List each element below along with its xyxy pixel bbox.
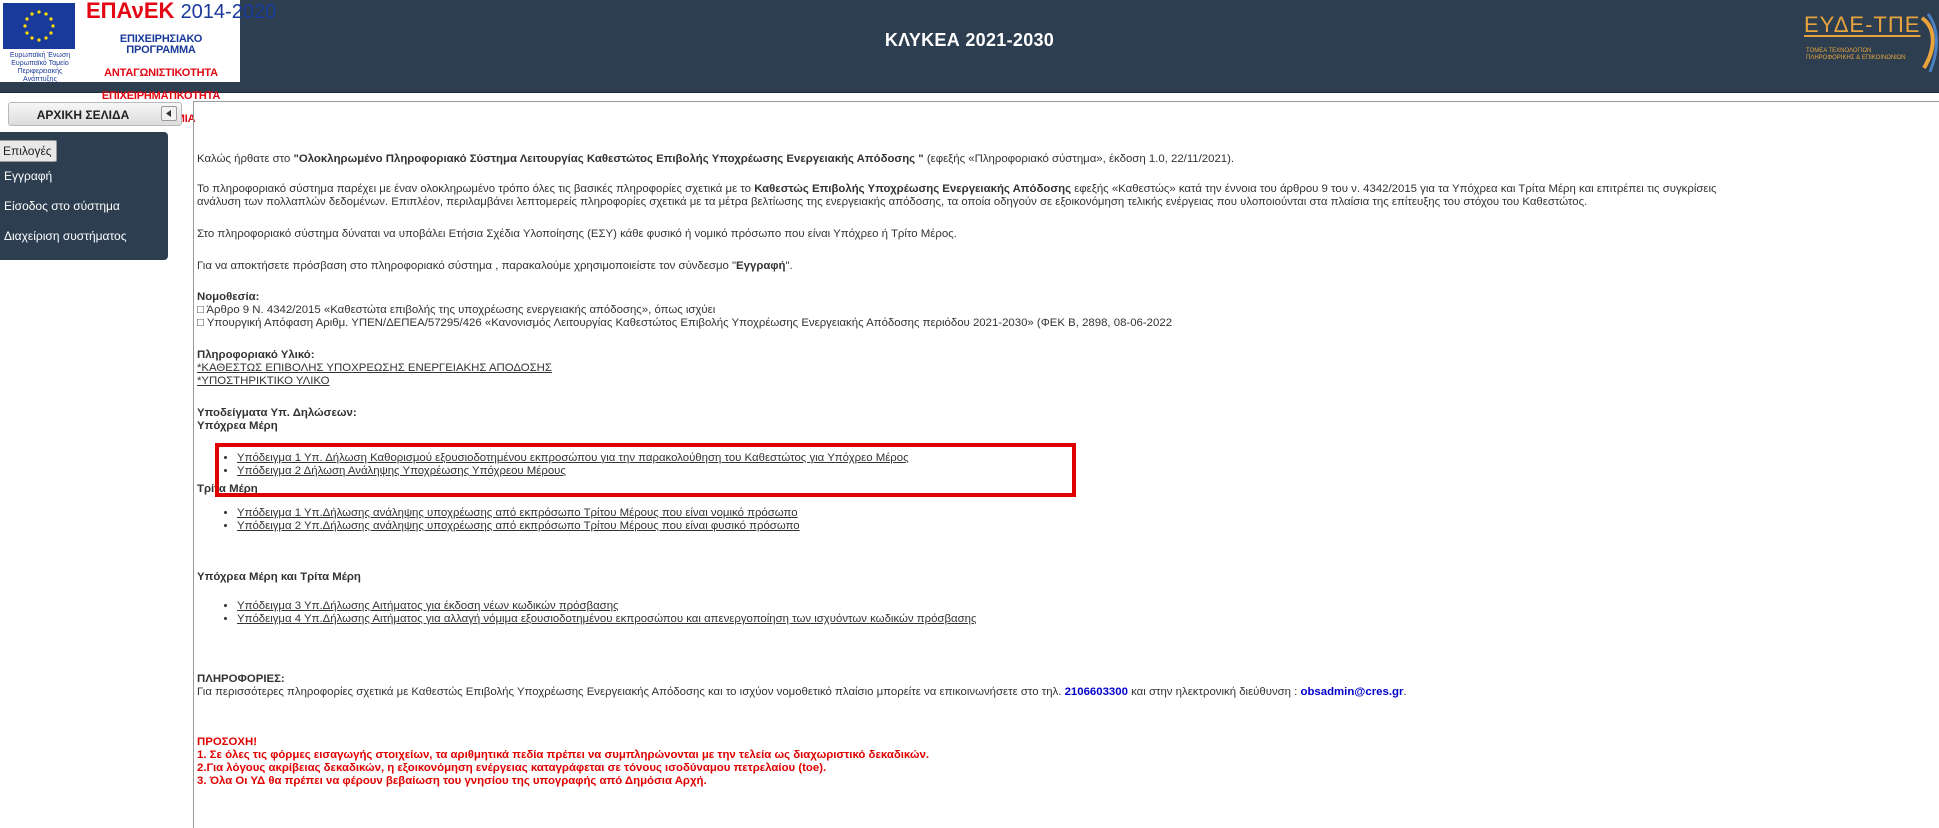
legislation-title: Νομοθεσία: — [197, 291, 260, 303]
warning-title: ΠΡΟΣΟΧΗ! — [197, 736, 257, 748]
intro-esy-text: Στο πληροφοριακό σύστημα δύναται να υποβ… — [197, 228, 957, 240]
warning-item: 3. Όλα Οι ΥΔ θα πρέπει να φέρουν βεβαίωσ… — [197, 775, 707, 787]
sidebar-item-login[interactable]: Είσοδος στο σύστημα — [0, 196, 168, 216]
templates-title: Υποδείγματα Υπ. Δηλώσεων: — [197, 407, 357, 419]
list-item: Υπόδειγμα 1 Υπ.Δήλωσης ανάληψης υποχρέωσ… — [237, 507, 800, 520]
material-link-support[interactable]: *ΥΠΟΣΤΗΡΙΚΤΙΚΟ ΥΛΙΚΟ — [197, 375, 330, 388]
template-link[interactable]: Υπόδειγμα 2 Δήλωση Ανάληψης Υποχρέωσης Υ… — [237, 465, 566, 477]
sidebar-item-register[interactable]: Εγγραφή — [0, 166, 168, 186]
template-link[interactable]: Υπόδειγμα 1 Υπ. Δήλωση Καθορισμού εξουσι… — [237, 452, 909, 464]
list-item: Υπόδειγμα 2 Δήλωση Ανάληψης Υποχρέωσης Υ… — [237, 465, 909, 478]
legislation-item: □ Υπουργική Απόφαση Αριθμ. ΥΠΕΝ/ΔΕΠΕΑ/57… — [197, 317, 1173, 329]
eyde-logo: ΕΥΔΕ-ΤΠΕ ΤΟΜΕΑ ΤΕΧΝΟΛΟΓΙΩΝ ΠΛΗΡΟΦΟΡΙΚΗΣ … — [1800, 8, 1939, 78]
eyde-swirl-icon — [1920, 13, 1938, 73]
legislation-item: □ Άρθρο 9 Ν. 4342/2015 «Καθεστώτα επιβολ… — [197, 304, 716, 316]
info-title: ΠΛΗΡΟΦΟΡΙΕΣ: — [197, 673, 285, 685]
welcome-text: Καλώς ήρθατε στο "Ολοκληρωμένο Πληροφορι… — [197, 153, 1235, 165]
third-templates-list: Υπόδειγμα 1 Υπ.Δήλωσης ανάληψης υποχρέωσ… — [197, 507, 800, 533]
info-text: Για περισσότερες πληροφορίες σχετικά με … — [197, 686, 1407, 698]
eu-caption: Ευρωπαϊκή Ένωση Ευρωπαϊκό Ταμείο Περιφερ… — [9, 52, 71, 83]
material-title: Πληροφοριακό Υλικό: — [197, 349, 315, 361]
list-item: Υπόδειγμα 1 Υπ. Δήλωση Καθορισμού εξουσι… — [237, 452, 909, 465]
sidebar-collapse-button[interactable] — [161, 106, 177, 121]
access-text: Για να αποκτήσετε πρόσβαση στο πληροφορι… — [197, 260, 793, 272]
list-item: Υπόδειγμα 4 Υπ.Δήλωσης Αιτήματος για αλλ… — [237, 613, 976, 626]
email-link[interactable]: obsadmin@cres.gr — [1301, 686, 1404, 698]
espa-line: ΑΝΤΑΓΩΝΙΣΤΙΚΟΤΗΤΑ — [104, 67, 218, 79]
eyde-title: ΕΥΔΕ-ΤΠΕ — [1804, 12, 1921, 37]
sidebar-title: ΑΡΧΙΚΗ ΣΕΛΙΔΑ — [36, 108, 130, 122]
template-link[interactable]: Υπόδειγμα 3 Υπ.Δήλωσης Αιτήματος για έκδ… — [237, 600, 619, 612]
both-parties-title: Υπόχρεα Μέρη και Τρίτα Μέρη — [197, 571, 361, 583]
template-link[interactable]: Υπόδειγμα 4 Υπ.Δήλωσης Αιτήματος για αλλ… — [237, 613, 976, 625]
chevron-left-icon — [166, 110, 171, 117]
obligated-templates-list: Υπόδειγμα 1 Υπ. Δήλωση Καθορισμού εξουσι… — [197, 452, 909, 478]
obligated-parties-title: Υπόχρεα Μέρη — [197, 420, 278, 432]
eyde-subtitle: ΤΟΜΕΑ ΤΕΧΝΟΛΟΓΙΩΝ ΠΛΗΡΟΦΟΡΙΚΗΣ & ΕΠΙΚΟΙΝ… — [1806, 48, 1906, 61]
third-parties-title: Τρίτα Μέρη — [197, 483, 258, 495]
warning-item: 2.Για λόγους ακρίβειας δεκαδικών, η εξοι… — [197, 762, 827, 774]
espa-brand: ΕΠΑνΕΚ — [86, 0, 175, 23]
sidebar-item-admin[interactable]: Διαχείριση συστήματος — [0, 226, 168, 246]
sidebar-menu: Επιλογές Εγγραφή Είσοδος στο σύστημα Δια… — [0, 132, 168, 260]
sidebar-header[interactable]: ΑΡΧΙΚΗ ΣΕΛΙΔΑ — [8, 102, 182, 126]
template-link[interactable]: Υπόδειγμα 1 Υπ.Δήλωσης ανάληψης υποχρέωσ… — [237, 507, 798, 519]
phone-number[interactable]: 2106603300 — [1065, 686, 1128, 698]
both-templates-list: Υπόδειγμα 3 Υπ.Δήλωσης Αιτήματος για έκδ… — [197, 600, 976, 626]
template-link[interactable]: Υπόδειγμα 2 Υπ.Δήλωσης ανάληψης υποχρέωσ… — [237, 520, 800, 532]
main-content: Καλώς ήρθατε στο "Ολοκληρωμένο Πληροφορι… — [193, 101, 1939, 828]
warning-item: 1. Σε όλες τις φόρμες εισαγωγής στοιχείω… — [197, 749, 930, 761]
espa-years: 2014-2020 — [180, 1, 277, 23]
intro-paragraph-line2: ανάλυση των πολλαπλών δεδομένων. Επιπλέο… — [197, 196, 1588, 208]
list-item: Υπόδειγμα 3 Υπ.Δήλωσης Αιτήματος για έκδ… — [237, 600, 976, 613]
page-header: Ευρωπαϊκή Ένωση Ευρωπαϊκό Ταμείο Περιφερ… — [0, 0, 1939, 125]
page-title: ΚΛΥΚΕΑ 2021-2030 — [884, 30, 1055, 50]
intro-paragraph: Το πληροφοριακό σύστημα παρέχει με έναν … — [197, 183, 1717, 195]
list-item: Υπόδειγμα 2 Υπ.Δήλωσης ανάληψης υποχρέωσ… — [237, 520, 800, 533]
sidebar-item-options[interactable]: Επιλογές — [0, 140, 57, 162]
material-link-scheme[interactable]: *ΚΑΘΕΣΤΩΣ ΕΠΙΒΟΛΗΣ ΥΠΟΧΡΕΩΣΗΣ ΕΝΕΡΓΕΙΑΚΗ… — [197, 362, 552, 375]
